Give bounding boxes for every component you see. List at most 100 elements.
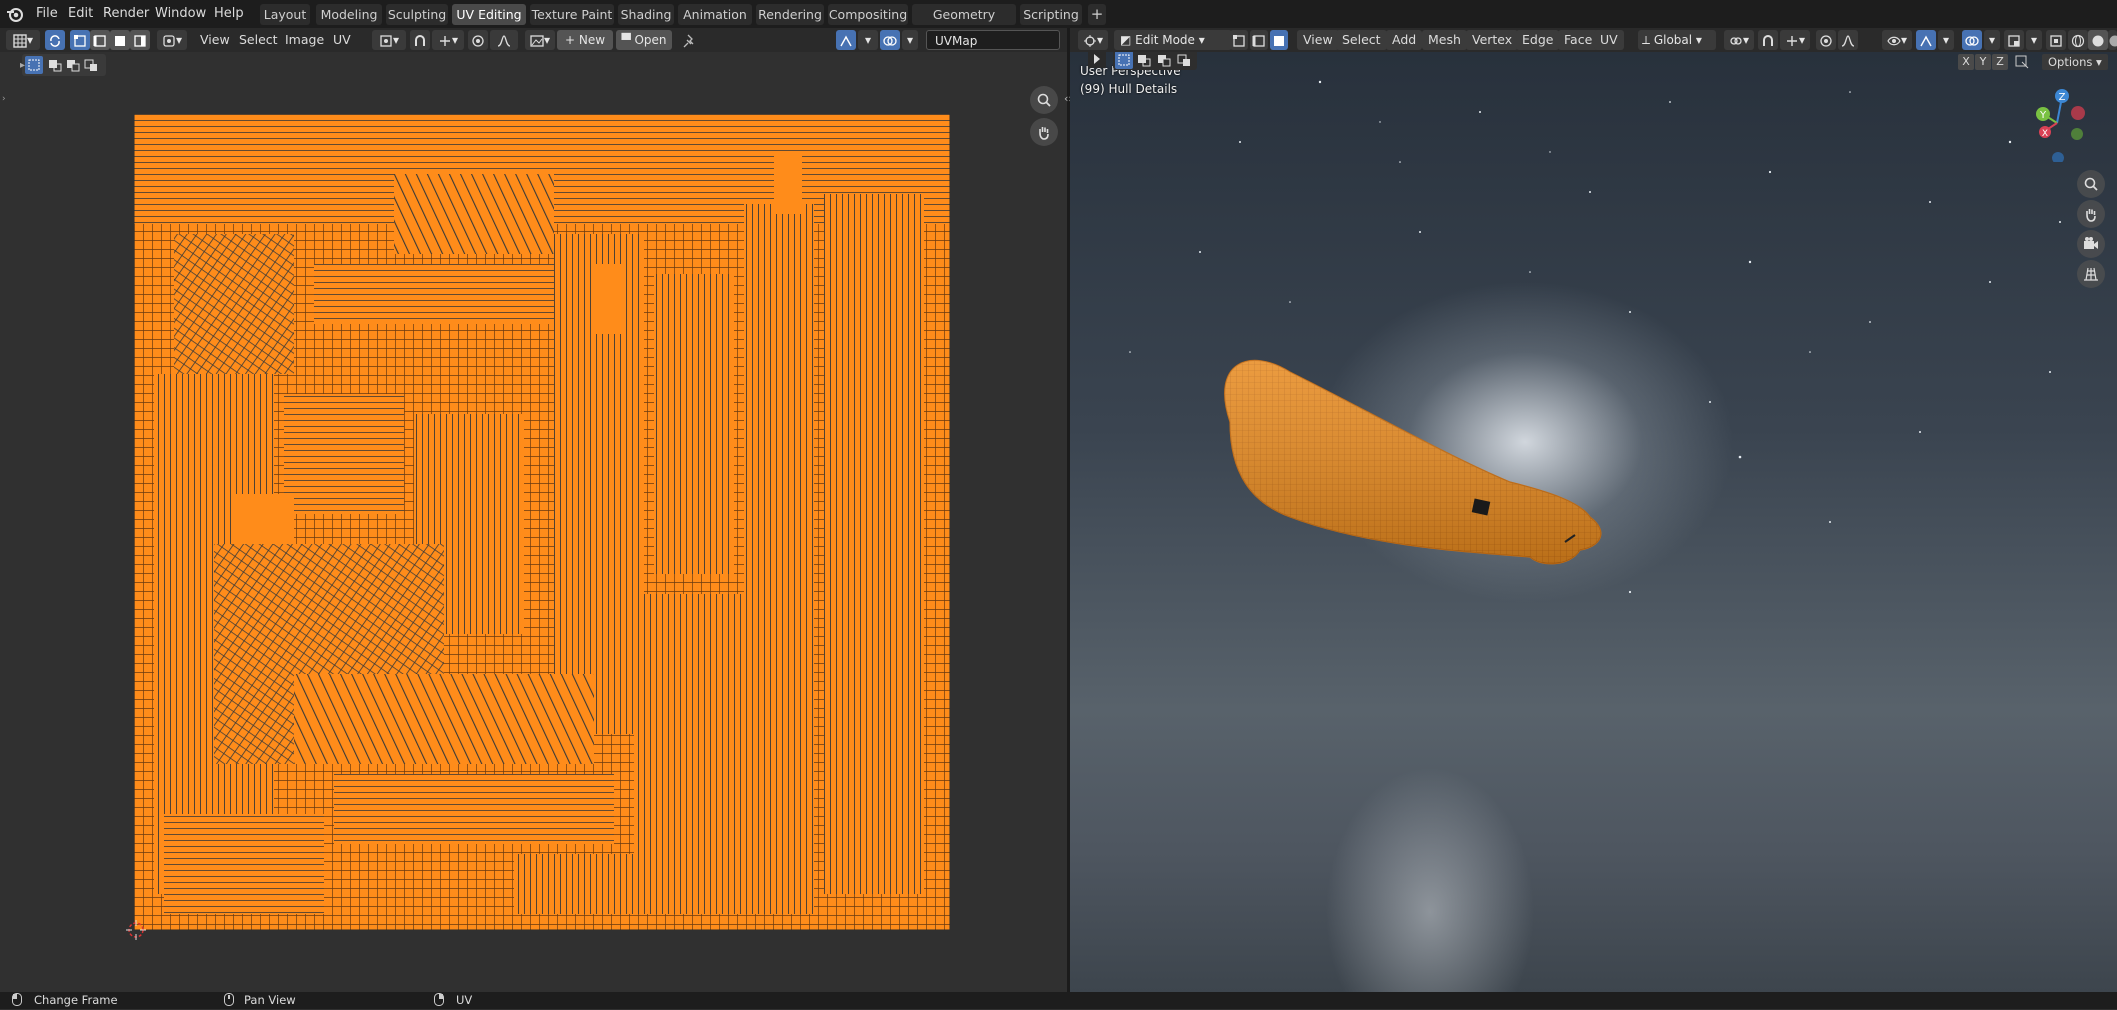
menu-window[interactable]: Window <box>148 3 213 25</box>
vp-menu-uv[interactable]: UV <box>1594 30 1624 50</box>
edge-select-icon[interactable] <box>90 30 110 50</box>
add-workspace-button[interactable]: + <box>1088 4 1106 25</box>
vp-snap-target-icon[interactable]: ▾ <box>1780 30 1810 50</box>
mesh-edit-dropdown-icon[interactable]: ▾ <box>2026 30 2042 50</box>
tab-uv-editing[interactable]: UV Editing <box>452 4 526 25</box>
tab-layout[interactable]: Layout <box>260 4 310 25</box>
vp-zoom-icon[interactable] <box>2077 170 2105 198</box>
new-image-button[interactable]: + New <box>557 30 613 50</box>
tab-shading[interactable]: Shading <box>618 4 674 25</box>
mirror-z-toggle[interactable]: Z <box>1992 54 2008 70</box>
vertex-select-icon[interactable] <box>70 30 90 50</box>
tab-texture-paint[interactable]: Texture Paint <box>530 4 614 25</box>
visibility-icon[interactable]: ▾ <box>1882 30 1912 50</box>
vp-overlay-dropdown-icon[interactable]: ▾ <box>1984 30 2000 50</box>
menu-help[interactable]: Help <box>207 3 251 25</box>
vp-select-extend-icon[interactable] <box>1135 52 1153 69</box>
vp-menu-edge[interactable]: Edge <box>1516 30 1559 50</box>
vp-snap-icon[interactable] <box>1758 30 1778 50</box>
sync-selection-icon[interactable] <box>45 30 65 50</box>
open-image-button[interactable]: ▀ Open <box>616 30 672 50</box>
cursor-2d-icon[interactable] <box>124 918 148 942</box>
select-subtract-icon[interactable] <box>64 56 82 74</box>
mode-dropdown[interactable]: ◩ Edit Mode ▾ <box>1114 30 1232 50</box>
tab-sculpting[interactable]: Sculpting <box>386 4 448 25</box>
select-extend-icon[interactable] <box>46 56 64 74</box>
tool-panel-toggle-icon[interactable]: ▸ <box>20 60 25 71</box>
gizmo-dropdown-icon[interactable]: ▾ <box>1938 30 1954 50</box>
tab-geometry-nodes[interactable]: Geometry Nodes <box>912 4 1016 25</box>
menu-edit[interactable]: Edit <box>61 3 100 25</box>
vp-edge-select-icon[interactable] <box>1250 30 1268 50</box>
uv-editor-canvas[interactable]: ▸ › <box>0 52 1067 992</box>
vp-vertex-select-icon[interactable] <box>1230 30 1248 50</box>
vp-tool-panel-icon[interactable] <box>1088 52 1106 68</box>
editor-type-icon[interactable]: ▾ <box>6 30 40 50</box>
vp-proportional-icon[interactable] <box>1816 30 1836 50</box>
vp-menu-face[interactable]: Face <box>1558 30 1598 50</box>
vp-menu-add[interactable]: Add <box>1386 30 1422 50</box>
shading-wireframe-icon[interactable] <box>2068 30 2088 50</box>
vp-menu-vertex[interactable]: Vertex <box>1466 30 1518 50</box>
transform-orientation-dropdown[interactable]: ⟂ Global ▾ <box>1638 30 1716 50</box>
pivot-point-icon[interactable]: ▾ <box>1724 30 1754 50</box>
pin-icon[interactable] <box>680 30 700 50</box>
uv-snap-icon[interactable]: ▾ <box>858 30 878 50</box>
menu-file[interactable]: File <box>29 3 65 25</box>
auto-merge-icon[interactable] <box>2014 54 2032 70</box>
zoom-icon[interactable] <box>1030 86 1058 114</box>
shading-solid-icon[interactable] <box>2088 30 2108 50</box>
pan-hand-icon[interactable] <box>1030 118 1058 146</box>
vp-menu-select[interactable]: Select <box>1336 30 1387 50</box>
falloff-icon[interactable] <box>490 30 518 50</box>
select-intersect-icon[interactable] <box>82 56 100 74</box>
blender-logo-icon[interactable] <box>6 5 24 23</box>
vp-overlay-icon[interactable] <box>1962 30 1982 50</box>
xray-toggle-icon[interactable] <box>2046 30 2066 50</box>
select-box-icon[interactable] <box>25 56 43 74</box>
vp-menu-view[interactable]: View <box>1297 30 1339 50</box>
mirror-x-toggle[interactable]: X <box>1958 54 1974 70</box>
camera-view-icon[interactable] <box>2077 230 2105 258</box>
sticky-selection-icon[interactable]: ▾ <box>157 30 187 50</box>
vp-pan-icon[interactable] <box>2077 200 2105 228</box>
hull-mesh[interactable] <box>1170 352 1670 652</box>
uv-menu-select[interactable]: Select <box>233 30 284 50</box>
uvmap-field[interactable]: UVMap <box>926 30 1060 50</box>
gizmo-toggle-icon[interactable] <box>1916 30 1936 50</box>
proportional-edit-icon[interactable] <box>468 30 488 50</box>
tab-compositing[interactable]: Compositing <box>828 4 908 25</box>
3d-viewport[interactable]: User Perspective (99) Hull Details X Y Z… <box>1070 52 2117 992</box>
sidebar-toggle-icon[interactable]: › <box>2 94 6 104</box>
mesh-edit-overlay-icon[interactable] <box>2004 30 2024 50</box>
tab-modeling[interactable]: Modeling <box>316 4 382 25</box>
uv-map-grid[interactable] <box>134 114 950 930</box>
vp-menu-mesh[interactable]: Mesh <box>1422 30 1467 50</box>
face-select-icon[interactable] <box>110 30 130 50</box>
tab-animation[interactable]: Animation <box>678 4 752 25</box>
snap-target-icon[interactable]: ▾ <box>432 30 464 50</box>
uv-menu-uv[interactable]: UV <box>327 30 357 50</box>
pivot-icon[interactable]: ▾ <box>372 30 406 50</box>
navigation-gizmo[interactable]: Z Y X <box>2025 88 2095 162</box>
vp-select-intersect-icon[interactable] <box>1175 52 1193 69</box>
mirror-y-toggle[interactable]: Y <box>1975 54 1991 70</box>
uv-select-mode-icon[interactable] <box>836 30 856 50</box>
vp-select-box-icon[interactable] <box>1115 52 1133 69</box>
overlay-toggle-icon[interactable] <box>880 30 900 50</box>
vp-falloff-icon[interactable] <box>1838 30 1858 50</box>
shading-material-icon[interactable] <box>2108 30 2117 50</box>
uv-menu-image[interactable]: Image <box>279 30 330 50</box>
vp-select-subtract-icon[interactable] <box>1155 52 1173 69</box>
overlay-dropdown-icon[interactable]: ▾ <box>902 30 918 50</box>
island-select-icon[interactable] <box>130 30 150 50</box>
tab-scripting[interactable]: Scripting <box>1020 4 1082 25</box>
options-dropdown[interactable]: Options ▾ <box>2042 54 2108 70</box>
vp-face-select-icon[interactable] <box>1270 30 1288 50</box>
uv-menu-view[interactable]: View <box>194 30 236 50</box>
image-browse-icon[interactable]: ▾ <box>525 30 555 50</box>
viewport-editor-type-icon[interactable]: ▾ <box>1078 30 1108 50</box>
snap-toggle-icon[interactable] <box>410 30 430 50</box>
ortho-toggle-icon[interactable] <box>2077 260 2105 288</box>
tab-rendering[interactable]: Rendering <box>756 4 824 25</box>
